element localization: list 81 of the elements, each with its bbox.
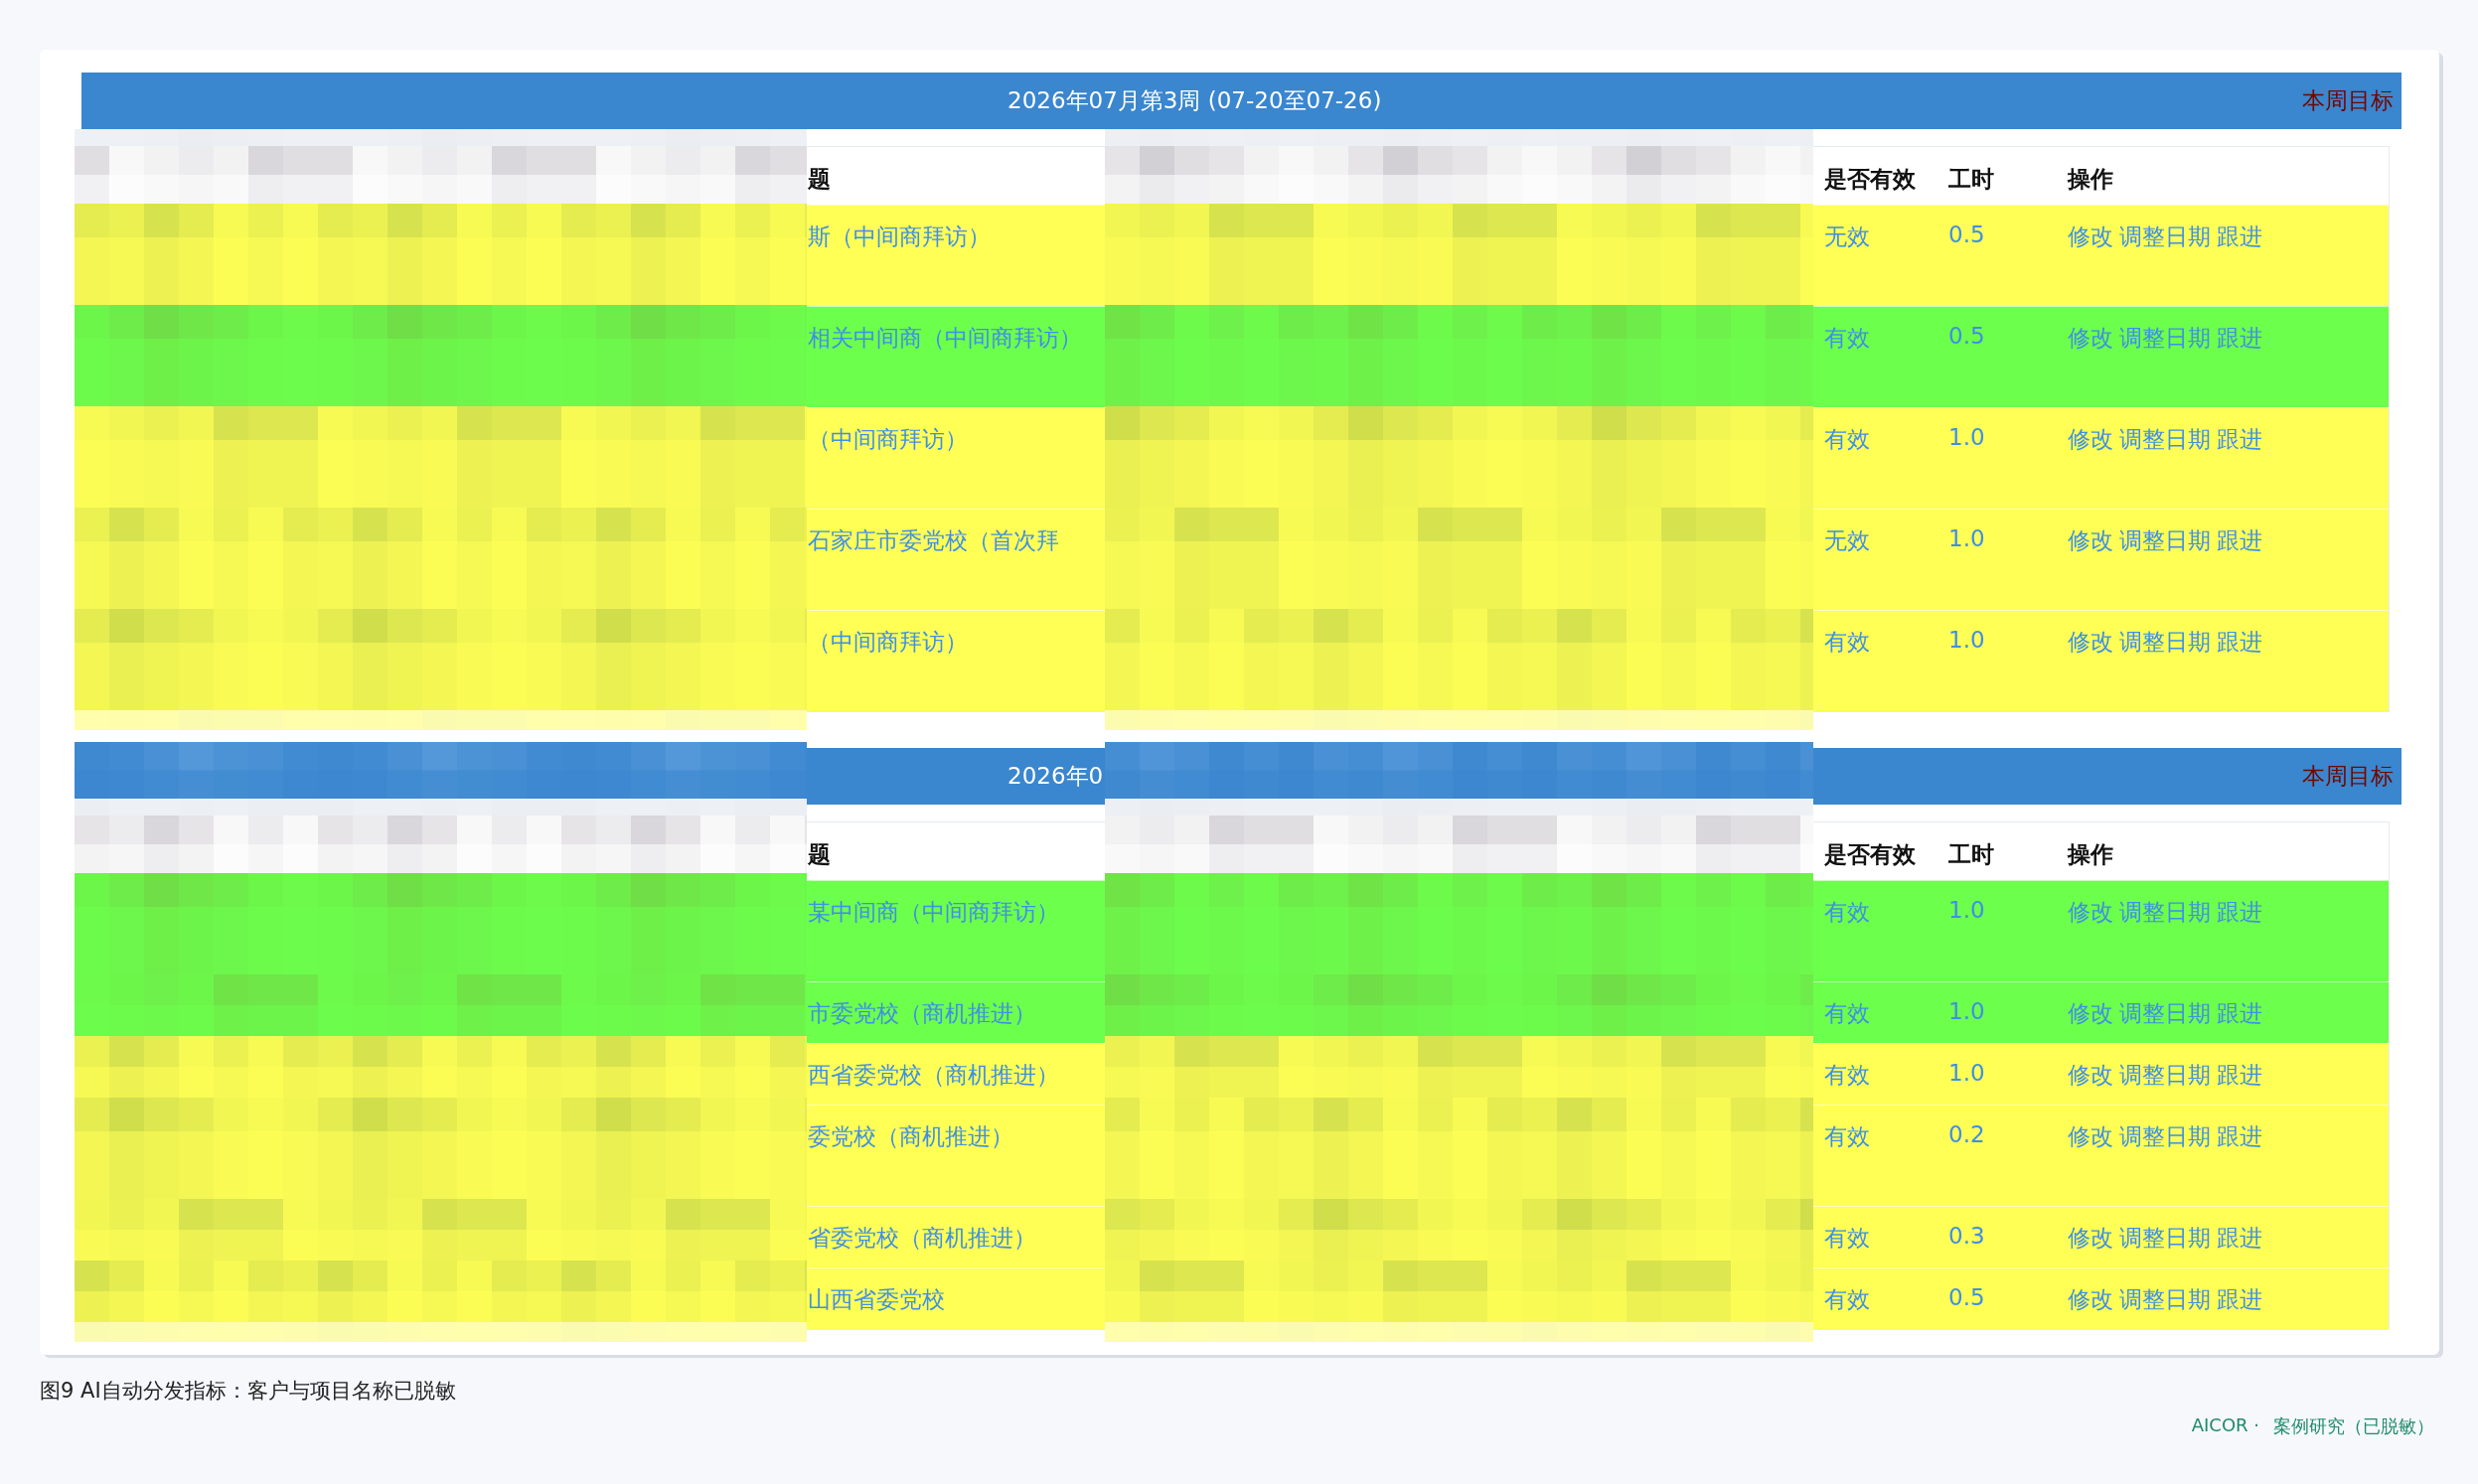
weekly-goal-link[interactable]: 本周目标 — [2302, 761, 2394, 792]
row-title: （中间商拜访） — [808, 628, 968, 657]
action-link[interactable]: 跟进 — [2217, 323, 2262, 354]
week-title: 2026年07月第3周 (07-20至07-26) — [1007, 86, 1382, 115]
column-header: 题 — [808, 840, 831, 869]
validity-text: 有效 — [1824, 898, 1870, 927]
action-link[interactable]: 修改 — [2068, 323, 2113, 354]
action-link[interactable]: 修改 — [2068, 998, 2113, 1029]
hours-text: 1.0 — [1948, 1060, 1985, 1086]
hours-text: 0.3 — [1948, 1223, 1985, 1249]
action-link[interactable]: 修改 — [2068, 1121, 2113, 1152]
action-link[interactable]: 修改 — [2068, 627, 2113, 658]
action-link[interactable]: 调整日期 — [2119, 323, 2211, 354]
validity-text: 有效 — [1824, 425, 1870, 454]
action-link[interactable]: 修改 — [2068, 222, 2113, 252]
hours-text: 1.0 — [1948, 998, 1985, 1024]
row-title: 西省委党校（商机推进） — [808, 1061, 1059, 1090]
action-link[interactable]: 跟进 — [2217, 222, 2262, 252]
hours-text: 1.0 — [1948, 897, 1985, 923]
action-link[interactable]: 修改 — [2068, 424, 2113, 455]
action-link[interactable]: 调整日期 — [2119, 998, 2211, 1029]
column-header: 操作 — [2068, 165, 2113, 194]
action-link[interactable]: 调整日期 — [2119, 1060, 2211, 1091]
action-link[interactable]: 跟进 — [2217, 1284, 2262, 1315]
figure-caption: 图9 AI自动分发指标：客户与项目名称已脱敏 — [40, 1378, 457, 1405]
column-header: 是否有效 — [1824, 165, 1916, 194]
hours-text: 0.5 — [1948, 222, 1985, 247]
validity-text: 有效 — [1824, 1061, 1870, 1090]
action-link[interactable]: 调整日期 — [2119, 1284, 2211, 1315]
row-title: 斯（中间商拜访） — [808, 223, 991, 251]
validity-text: 无效 — [1824, 526, 1870, 555]
action-link[interactable]: 调整日期 — [2119, 1121, 2211, 1152]
action-link[interactable]: 跟进 — [2217, 998, 2262, 1029]
validity-text: 有效 — [1824, 628, 1870, 657]
action-link[interactable]: 修改 — [2068, 1284, 2113, 1315]
action-link[interactable]: 修改 — [2068, 897, 2113, 928]
row-title: 委党校（商机推进） — [808, 1122, 1013, 1151]
column-header: 工时 — [1948, 165, 1994, 194]
row-title: 某中间商（中间商拜访） — [808, 898, 1059, 927]
column-header: 题 — [808, 165, 831, 194]
hours-text: 0.5 — [1948, 1284, 1985, 1310]
row-title: 相关中间商（中间商拜访） — [808, 324, 1082, 353]
column-header: 工时 — [1948, 840, 1994, 869]
row-title: 石家庄市委党校（首次拜 — [808, 526, 1059, 555]
action-link[interactable]: 跟进 — [2217, 1060, 2262, 1091]
brand-text: AICOR · — [2191, 1414, 2259, 1437]
column-header: 操作 — [2068, 840, 2113, 869]
hours-text: 1.0 — [1948, 525, 1985, 551]
action-link[interactable]: 跟进 — [2217, 424, 2262, 455]
week-title: 2026年0 — [1007, 762, 1104, 791]
validity-text: 有效 — [1824, 1224, 1870, 1253]
action-link[interactable]: 调整日期 — [2119, 525, 2211, 556]
validity-text: 有效 — [1824, 1285, 1870, 1314]
action-link[interactable]: 跟进 — [2217, 897, 2262, 928]
row-title: 山西省委党校 — [808, 1285, 945, 1314]
weekly-goal-link[interactable]: 本周目标 — [2302, 85, 2394, 116]
row-title: （中间商拜访） — [808, 425, 968, 454]
row-title: 省委党校（商机推进） — [808, 1224, 1036, 1253]
action-link[interactable]: 修改 — [2068, 1223, 2113, 1254]
action-link[interactable]: 跟进 — [2217, 1121, 2262, 1152]
action-link[interactable]: 跟进 — [2217, 627, 2262, 658]
action-link[interactable]: 修改 — [2068, 525, 2113, 556]
hours-text: 1.0 — [1948, 627, 1985, 653]
action-link[interactable]: 跟进 — [2217, 525, 2262, 556]
hours-text: 1.0 — [1948, 424, 1985, 450]
column-header: 是否有效 — [1824, 840, 1916, 869]
row-title: 市委党校（商机推进） — [808, 999, 1036, 1028]
action-link[interactable]: 修改 — [2068, 1060, 2113, 1091]
hours-text: 0.5 — [1948, 323, 1985, 349]
action-link[interactable]: 调整日期 — [2119, 222, 2211, 252]
footer-note: 案例研究（已脱敏） — [2273, 1414, 2434, 1438]
action-link[interactable]: 调整日期 — [2119, 627, 2211, 658]
action-link[interactable]: 调整日期 — [2119, 897, 2211, 928]
hours-text: 0.2 — [1948, 1121, 1985, 1147]
action-link[interactable]: 调整日期 — [2119, 1223, 2211, 1254]
action-link[interactable]: 跟进 — [2217, 1223, 2262, 1254]
action-link[interactable]: 调整日期 — [2119, 424, 2211, 455]
validity-text: 有效 — [1824, 1122, 1870, 1151]
validity-text: 有效 — [1824, 999, 1870, 1028]
validity-text: 有效 — [1824, 324, 1870, 353]
validity-text: 无效 — [1824, 223, 1870, 251]
